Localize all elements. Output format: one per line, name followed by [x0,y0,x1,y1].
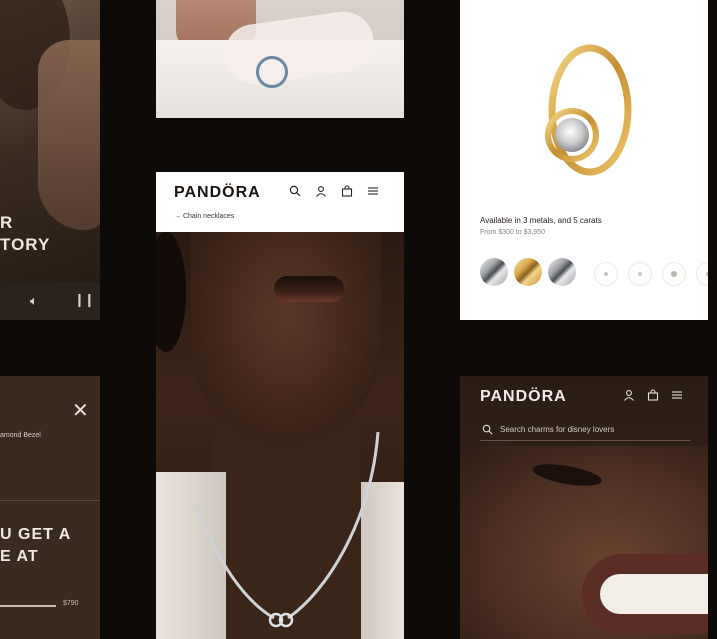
bag-icon[interactable] [340,184,354,198]
ring-product-card[interactable]: Available in 3 metals, and 5 carats From… [460,0,708,320]
brand-logo[interactable]: PANDÖRA [480,388,567,406]
promo-line2: E AT [0,548,39,565]
video-player-controls: 🔈︎ ❙❙ [0,282,100,320]
video-hero-card: R TORY 🔈︎ ❙❙ [0,0,100,320]
menu-icon[interactable] [670,388,684,402]
header-icons [288,184,380,198]
speaker-icon[interactable]: 🔈︎ [30,293,38,309]
search-placeholder: Search charms for disney lovers [500,424,615,434]
carat-option[interactable] [662,262,686,286]
price-slider[interactable] [0,605,56,607]
bracelet [256,56,288,88]
model-photo [38,40,100,230]
mobile-search-page: PANDÖRA Search charms for disney lovers [460,376,708,639]
hero-title-line2: TORY [0,235,51,254]
bag-icon[interactable] [646,388,660,402]
carat-option[interactable] [628,262,652,286]
swatch-silver-2[interactable] [548,258,576,286]
breadcrumb-link[interactable]: → Chain necklaces [174,213,234,220]
hero-title-line1: R [0,213,14,232]
necklace-model-photo [156,232,404,639]
price-range: From $300 to $3,950 [480,229,545,236]
promo-modal-card: ✕ amond Bezel U GET A E AT $790 [0,376,100,639]
availability-text: Available in 3 metals, and 5 carats [480,216,602,225]
model-eye [530,460,604,490]
carat-options [594,262,708,286]
promo-line1: U GET A [0,526,72,543]
swatch-gold[interactable] [514,258,542,286]
carat-option[interactable] [594,262,618,286]
smiling-model-photo [460,446,708,639]
search-icon [480,422,494,436]
snake-chain-necklace [194,431,380,628]
mobile-necklace-page: PANDÖRA → Chain necklaces [156,172,404,639]
search-input[interactable]: Search charms for disney lovers [480,418,690,441]
slider-price: $790 [63,600,79,607]
account-icon[interactable] [314,184,328,198]
metal-swatches [480,258,576,286]
product-name: amond Bezel [0,432,41,439]
swatch-silver[interactable] [480,258,508,286]
bracelet-lifestyle-photo [156,0,404,118]
pause-icon[interactable]: ❙❙ [74,292,95,308]
ring-image [545,44,632,176]
promo-heading: U GET A E AT [0,524,71,568]
search-icon[interactable] [288,184,302,198]
header-icons [622,388,684,402]
brand-logo[interactable]: PANDÖRA [174,184,261,202]
mobile-header: PANDÖRA → Chain necklaces [156,172,404,232]
hero-title: R TORY [0,212,50,256]
carat-option[interactable] [696,262,708,286]
account-icon[interactable] [622,388,636,402]
menu-icon[interactable] [366,184,380,198]
model-teeth [600,574,708,614]
close-icon[interactable]: ✕ [72,398,89,423]
divider [0,500,100,501]
